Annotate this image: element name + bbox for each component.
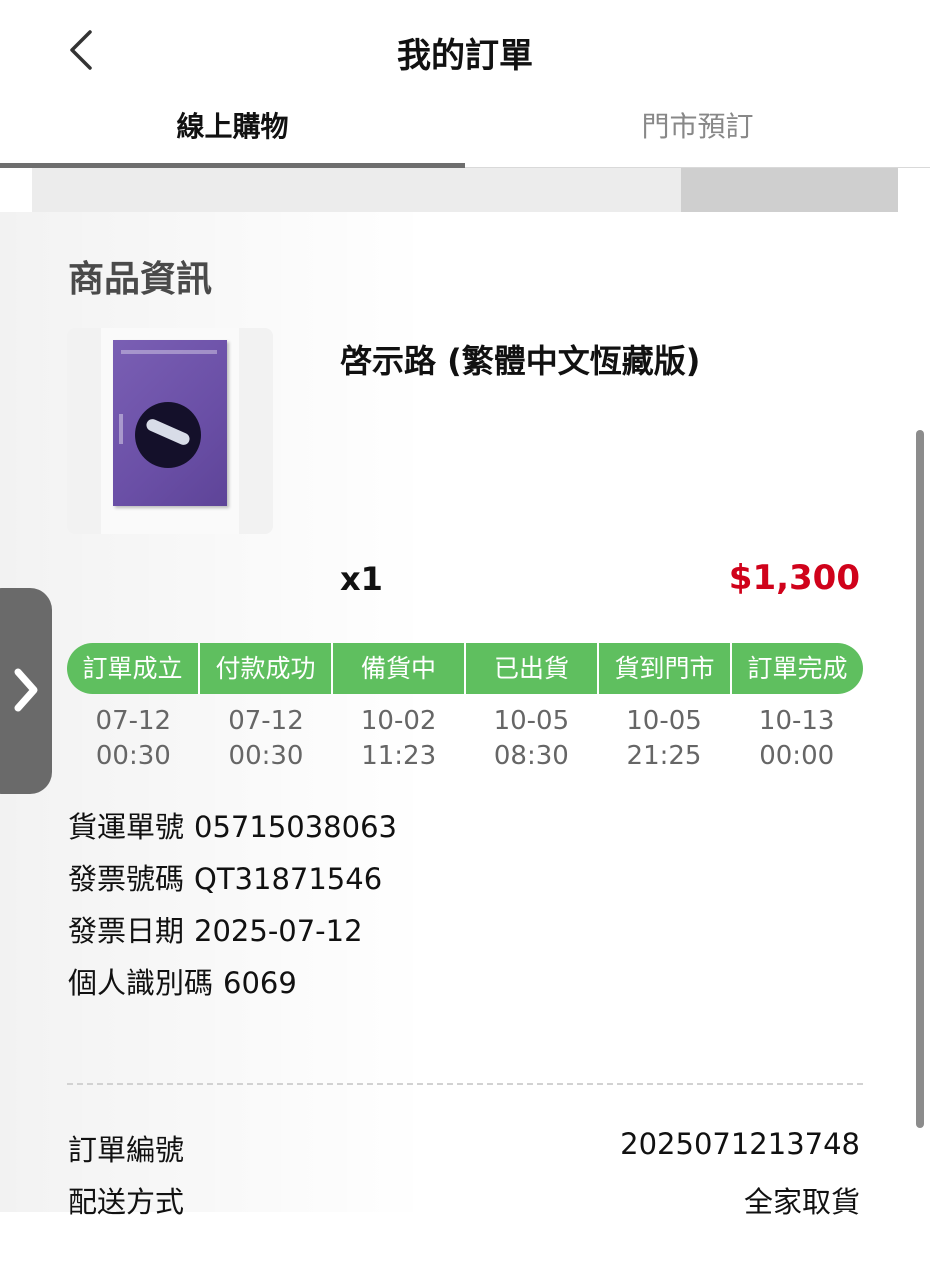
book-cover-hand [144, 417, 192, 447]
side-drawer-toggle[interactable] [0, 588, 52, 794]
step-date: 10-02 [360, 706, 437, 736]
step-time: 21:25 [626, 741, 702, 771]
delivery-method-label: 配送方式 [68, 1185, 185, 1219]
step-time: 08:30 [493, 741, 569, 771]
step-time: 00:30 [228, 741, 304, 771]
product-name[interactable]: 啓示路 (繁體中文恆藏版) [340, 336, 700, 382]
book-cover-title-mark [121, 350, 217, 354]
product-thumbnail[interactable] [67, 328, 273, 534]
step-timestamp: 10-13 00:00 [730, 704, 863, 774]
invoice-number-label: 發票號碼 [68, 862, 185, 896]
top-bar: 我的訂單 [0, 0, 930, 100]
step-time: 11:23 [361, 741, 437, 771]
previous-card-button [681, 168, 898, 212]
step-date: 07-12 [95, 706, 172, 736]
invoice-date-value: 2025-07-12 [194, 914, 363, 948]
progress-step-shipped: 已出貨 [466, 643, 599, 694]
delivery-method-value: 全家取貨 [743, 1185, 860, 1219]
book-cover-circle [135, 402, 201, 468]
progress-step-payment-success: 付款成功 [200, 643, 333, 694]
product-price: $1,300 [728, 558, 860, 598]
tab-online-shopping[interactable]: 線上購物 [0, 100, 465, 168]
order-progress-bar: 訂單成立 付款成功 備貨中 已出貨 貨到門市 訂單完成 [67, 643, 863, 694]
invoice-number-row: 發票號碼 QT31871546 [68, 856, 382, 898]
section-title-product-info: 商品資訊 [68, 259, 213, 300]
step-timestamp: 07-12 00:30 [200, 704, 333, 774]
progress-step-completed: 訂單完成 [747, 654, 848, 683]
personal-id-value: 6069 [223, 966, 297, 1000]
chevron-right-icon [14, 668, 38, 712]
book-cover-side-text [119, 414, 123, 444]
progress-step-arrived-store: 貨到門市 [599, 643, 732, 694]
scrollbar[interactable] [916, 430, 924, 1128]
previous-card-remnant [32, 168, 898, 212]
step-timestamp: 10-05 08:30 [465, 704, 598, 774]
product-quantity: x1 [340, 560, 383, 598]
tracking-number-row: 貨運單號 05715038063 [68, 804, 397, 846]
step-time: 00:30 [95, 741, 171, 771]
step-date: 07-12 [228, 706, 304, 736]
page-title: 我的訂單 [397, 36, 533, 76]
step-date: 10-13 [758, 706, 835, 736]
order-number-label: 訂單編號 [68, 1133, 185, 1167]
step-timestamp: 10-05 21:25 [598, 704, 731, 774]
step-timestamp: 10-02 11:23 [332, 704, 465, 774]
personal-id-row: 個人識別碼 6069 [68, 960, 297, 1002]
tracking-number-value: 05715038063 [194, 810, 397, 844]
invoice-date-row: 發票日期 2025-07-12 [68, 908, 363, 950]
tab-store-reservation[interactable]: 門市預訂 [465, 100, 930, 168]
order-number-value: 2025071213748 [620, 1127, 860, 1161]
dashed-divider [67, 1083, 863, 1085]
progress-step-preparing: 備貨中 [333, 643, 466, 694]
personal-id-label: 個人識別碼 [68, 966, 214, 1000]
order-tabs: 線上購物 門市預訂 [0, 100, 930, 168]
progress-timestamps: 07-12 00:30 07-12 00:30 10-02 11:23 10-0… [67, 704, 863, 774]
step-date: 10-05 [493, 706, 570, 736]
invoice-date-label: 發票日期 [68, 914, 185, 948]
step-timestamp: 07-12 00:30 [67, 704, 200, 774]
tracking-number-label: 貨運單號 [68, 810, 185, 844]
step-date: 10-05 [626, 706, 702, 736]
book-cover-image [113, 340, 227, 506]
progress-step-order-created: 訂單成立 [67, 643, 200, 694]
invoice-number-value: QT31871546 [194, 862, 383, 896]
step-time: 00:00 [759, 741, 835, 771]
